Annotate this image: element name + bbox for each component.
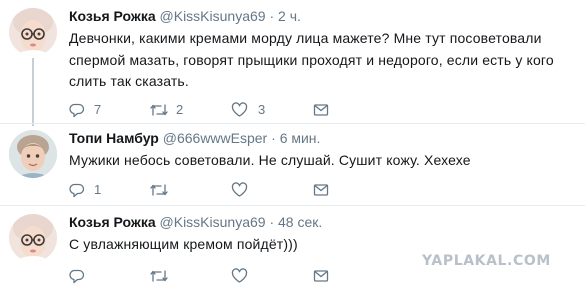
direct-message-button[interactable]	[313, 266, 333, 286]
tweet-text: Мужики небось советовали. Не слушай. Суш…	[69, 150, 569, 172]
reply-count: 7	[94, 102, 102, 117]
reply-count: 1	[94, 182, 102, 197]
tweet-text-line: Девчонки, какими кремами морду лица маже…	[69, 30, 542, 46]
tweet-text-line: Мужики небось советовали. Не слушай. Суш…	[69, 152, 471, 168]
avatar-girl-glasses-image	[9, 214, 57, 262]
separator-dot: ·	[269, 8, 275, 24]
author-handle[interactable]: @KissKisunya69	[160, 214, 266, 230]
avatar[interactable]	[9, 214, 57, 262]
timestamp[interactable]: 6 мин.	[280, 130, 321, 146]
separator-dot: ·	[269, 214, 275, 230]
avatar-girl-glasses-image	[9, 8, 57, 56]
tweet-header: Топи Намбур @666wwwEsper · 6 мин.	[69, 130, 320, 146]
envelope-icon	[313, 104, 329, 116]
retweet-button[interactable]	[149, 266, 209, 286]
retweet-count: 2	[176, 102, 184, 117]
reply-button[interactable]: 7	[69, 100, 129, 120]
author-name[interactable]: Козья Рожка	[69, 214, 156, 230]
direct-message-button[interactable]	[313, 100, 333, 120]
heart-icon	[231, 102, 248, 117]
author-name[interactable]: Топи Намбур	[69, 130, 159, 146]
heart-icon	[231, 182, 248, 197]
reply-icon	[69, 269, 85, 284]
direct-message-button[interactable]	[313, 180, 333, 200]
like-button[interactable]: 3	[231, 100, 291, 120]
retweet-icon	[150, 270, 168, 282]
retweet-icon	[150, 104, 168, 116]
reply-button[interactable]	[69, 266, 129, 286]
avatar[interactable]	[9, 130, 57, 178]
tweet-text: Девчонки, какими кремами морду лица маже…	[69, 28, 569, 93]
timestamp[interactable]: 2 ч.	[278, 8, 301, 24]
avatar-boy-image	[9, 130, 57, 178]
reply-icon	[69, 183, 85, 198]
tweet[interactable]: Топи Намбур @666wwwEsper · 6 мин. Мужики…	[0, 124, 585, 206]
tweet-text-line: слить так сказать.	[69, 73, 189, 89]
reply-button[interactable]: 1	[69, 180, 129, 200]
thread-line	[32, 58, 34, 126]
tweet[interactable]: Козья Рожка @KissKisunya69 · 48 сек. С у…	[0, 206, 585, 291]
envelope-icon	[313, 270, 329, 282]
tweet-text-line: спермой мазать, говорят прыщики проходят…	[69, 51, 554, 68]
author-name[interactable]: Козья Рожка	[69, 8, 156, 24]
avatar[interactable]	[9, 8, 57, 56]
watermark: YAPLAKAL.COM	[422, 253, 551, 269]
retweet-button[interactable]: 2	[149, 100, 209, 120]
envelope-icon	[313, 184, 329, 196]
timestamp[interactable]: 48 сек.	[278, 214, 322, 230]
tweet-header: Козья Рожка @KissKisunya69 · 2 ч.	[69, 8, 301, 24]
reply-icon	[69, 103, 85, 118]
tweet[interactable]: Козья Рожка @KissKisunya69 · 2 ч. Девчон…	[0, 0, 585, 126]
like-button[interactable]	[231, 180, 291, 200]
separator-dot: ·	[271, 130, 276, 146]
heart-icon	[231, 268, 248, 283]
tweet-header: Козья Рожка @KissKisunya69 · 48 сек.	[69, 214, 322, 230]
retweet-icon	[150, 184, 168, 196]
author-handle[interactable]: @KissKisunya69	[160, 8, 266, 24]
author-handle[interactable]: @666wwwEsper	[163, 130, 267, 146]
retweet-button[interactable]	[149, 180, 209, 200]
like-count: 3	[258, 102, 266, 117]
like-button[interactable]	[231, 266, 291, 286]
